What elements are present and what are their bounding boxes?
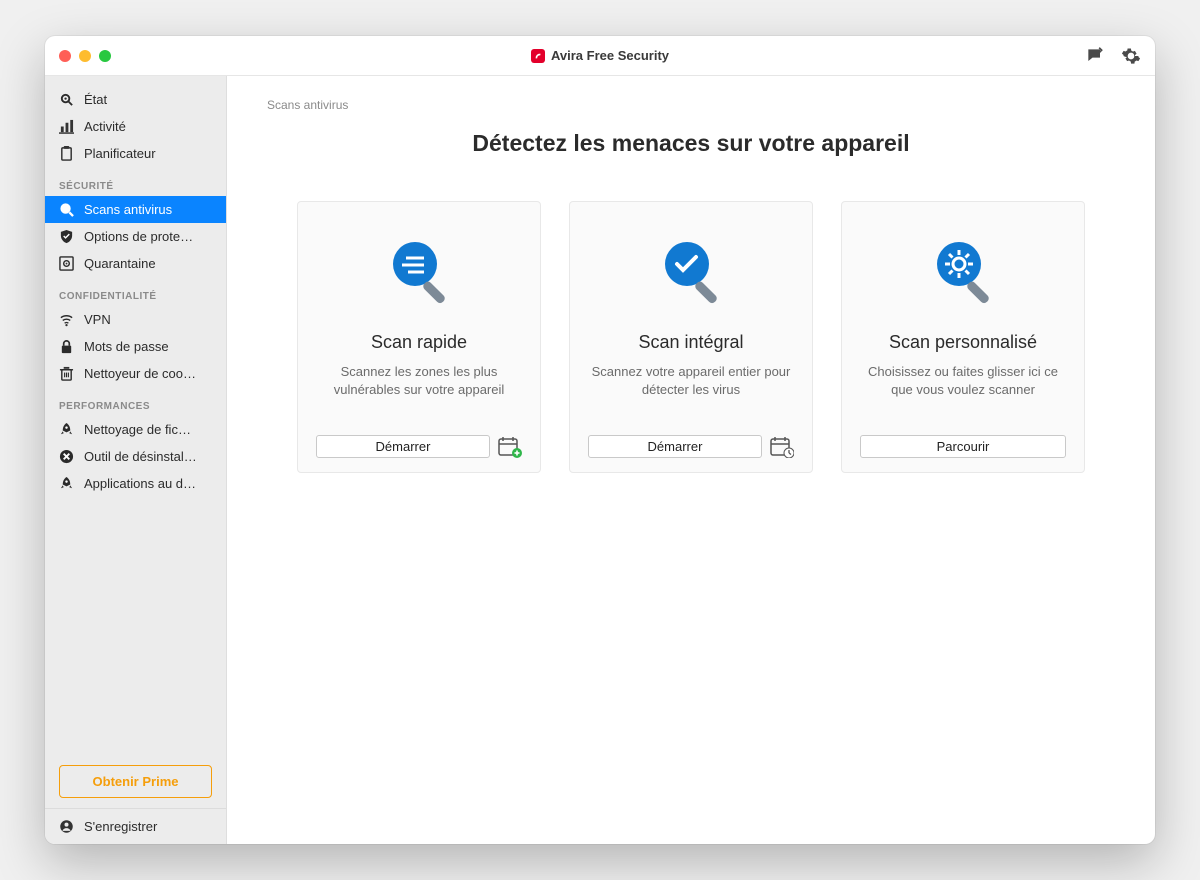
titlebar-actions xyxy=(1085,46,1141,66)
sidebar-item-label: Nettoyage de fic… xyxy=(84,422,191,437)
calendar-clock-icon[interactable] xyxy=(770,436,794,458)
magnify-check-icon xyxy=(648,230,734,316)
vault-icon xyxy=(59,256,74,271)
sidebar-item-label: Mots de passe xyxy=(84,339,169,354)
get-prime-button[interactable]: Obtenir Prime xyxy=(59,765,212,798)
sidebar-item-label: Outil de désinstal… xyxy=(84,449,197,464)
minimize-window-button[interactable] xyxy=(79,50,91,62)
sidebar-item-label: Applications au d… xyxy=(84,476,196,491)
titlebar: Avira Free Security xyxy=(45,36,1155,76)
feedback-icon[interactable] xyxy=(1085,46,1105,66)
user-circle-icon xyxy=(59,819,74,834)
scan-cards: Scan rapide Scannez les zones les plus v… xyxy=(267,201,1115,473)
magnify-gear-icon xyxy=(920,230,1006,316)
scan-card-button[interactable]: Démarrer xyxy=(588,435,762,458)
sidebar-item-monitor-magnify-icon[interactable]: État xyxy=(45,86,226,113)
sidebar-item-label: Quarantaine xyxy=(84,256,156,271)
scan-card-button[interactable]: Démarrer xyxy=(316,435,490,458)
sidebar-item-label: État xyxy=(84,92,107,107)
window-title: Avira Free Security xyxy=(531,48,669,63)
sidebar-item-label: Options de prote… xyxy=(84,229,193,244)
calendar-plus-icon[interactable] xyxy=(498,436,522,458)
clipboard-icon xyxy=(59,146,74,161)
breadcrumb: Scans antivirus xyxy=(267,98,1115,112)
scan-card-desc: Scannez votre appareil entier pour détec… xyxy=(588,363,794,417)
sidebar-section-header: SÉCURITÉ xyxy=(45,167,226,196)
trash-icon xyxy=(59,366,74,381)
scan-card: Scan intégral Scannez votre appareil ent… xyxy=(569,201,813,473)
sidebar-item-label: Planificateur xyxy=(84,146,156,161)
sidebar-item-remove-circle-icon[interactable]: Outil de désinstal… xyxy=(45,443,226,470)
sidebar-section-header: CONFIDENTIALITÉ xyxy=(45,277,226,306)
sidebar-item-label: Nettoyeur de coo… xyxy=(84,366,196,381)
scan-card-title: Scan personnalisé xyxy=(889,332,1037,353)
brand-logo-icon xyxy=(531,49,545,63)
sidebar-item-label: Activité xyxy=(84,119,126,134)
sidebar-item-vault-icon[interactable]: Quarantaine xyxy=(45,250,226,277)
sidebar-item-clipboard-icon[interactable]: Planificateur xyxy=(45,140,226,167)
register-label: S'enregistrer xyxy=(84,819,157,834)
app-window: Avira Free Security État Activité Planif… xyxy=(45,36,1155,844)
sidebar-item-wifi-lock-icon[interactable]: VPN xyxy=(45,306,226,333)
window-title-text: Avira Free Security xyxy=(551,48,669,63)
settings-icon[interactable] xyxy=(1121,46,1141,66)
scan-card-title: Scan intégral xyxy=(638,332,743,353)
sidebar-item-rocket-icon[interactable]: Nettoyage de fic… xyxy=(45,416,226,443)
window-controls xyxy=(59,50,111,62)
magnify-lines-icon xyxy=(376,230,462,316)
page-title: Détectez les menaces sur votre appareil xyxy=(267,130,1115,157)
sidebar: État Activité Planificateur SÉCURITÉ Sca… xyxy=(45,76,227,844)
bar-chart-icon xyxy=(59,119,74,134)
monitor-magnify-icon xyxy=(59,92,74,107)
sidebar-section-header: PERFORMANCES xyxy=(45,387,226,416)
rocket-icon xyxy=(59,422,74,437)
maximize-window-button[interactable] xyxy=(99,50,111,62)
scan-icon xyxy=(59,202,74,217)
scan-card: Scan personnalisé Choisissez ou faites g… xyxy=(841,201,1085,473)
shield-check-icon xyxy=(59,229,74,244)
rocket-icon xyxy=(59,476,74,491)
scan-card-title: Scan rapide xyxy=(371,332,467,353)
scan-card-desc: Scannez les zones les plus vulnérables s… xyxy=(316,363,522,417)
sidebar-item-trash-icon[interactable]: Nettoyeur de coo… xyxy=(45,360,226,387)
scan-card-button[interactable]: Parcourir xyxy=(860,435,1066,458)
sidebar-item-bar-chart-icon[interactable]: Activité xyxy=(45,113,226,140)
scan-card: Scan rapide Scannez les zones les plus v… xyxy=(297,201,541,473)
lock-icon xyxy=(59,339,74,354)
scan-card-desc: Choisissez ou faites glisser ici ce que … xyxy=(860,363,1066,417)
register-button[interactable]: S'enregistrer xyxy=(45,808,226,844)
sidebar-item-scan-icon[interactable]: Scans antivirus xyxy=(45,196,226,223)
main-content: Scans antivirus Détectez les menaces sur… xyxy=(227,76,1155,844)
wifi-lock-icon xyxy=(59,312,74,327)
sidebar-item-lock-icon[interactable]: Mots de passe xyxy=(45,333,226,360)
remove-circle-icon xyxy=(59,449,74,464)
sidebar-item-label: Scans antivirus xyxy=(84,202,172,217)
sidebar-item-label: VPN xyxy=(84,312,111,327)
close-window-button[interactable] xyxy=(59,50,71,62)
sidebar-item-shield-check-icon[interactable]: Options de prote… xyxy=(45,223,226,250)
sidebar-item-rocket-icon[interactable]: Applications au d… xyxy=(45,470,226,497)
